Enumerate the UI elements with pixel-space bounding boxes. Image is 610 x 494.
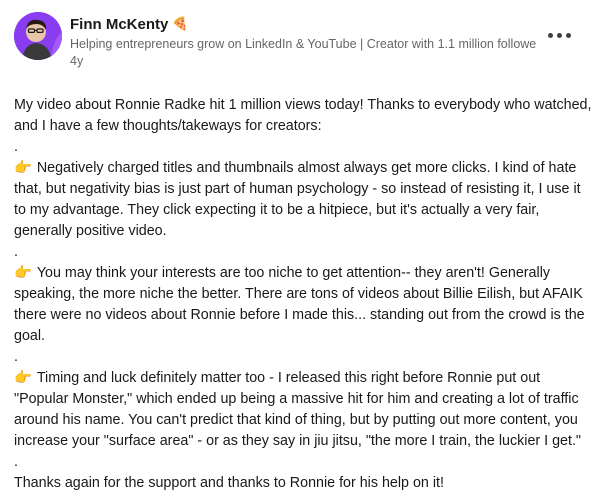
feed-post: Finn McKenty 🍕 Helping entrepreneurs grow…: [0, 0, 610, 491]
author-name-row: Finn McKenty 🍕: [70, 14, 536, 35]
post-intro: My video about Ronnie Radke hit 1 millio…: [14, 97, 596, 134]
post-separator: .: [14, 349, 18, 365]
post-separator: .: [14, 244, 18, 260]
post-header: Finn McKenty 🍕 Helping entrepreneurs grow…: [14, 12, 596, 70]
author-avatar[interactable]: [14, 12, 62, 60]
pointing-hand-icon: 👉: [14, 265, 32, 281]
more-options-button[interactable]: [544, 22, 574, 48]
post-point-3: 👉 Timing and luck definitely matter too -…: [14, 368, 596, 452]
pizza-emoji-icon: 🍕: [172, 16, 189, 31]
post-timestamp: 4y: [70, 54, 84, 68]
post-separator: .: [14, 454, 18, 470]
ellipsis-dot-icon: [556, 32, 562, 38]
avatar-photo-icon: [14, 12, 62, 60]
author-headline: Helping entrepreneurs grow on LinkedIn &…: [70, 37, 536, 51]
post-point-2: 👉 You may think your interests are too ni…: [14, 263, 596, 347]
post-point-3-text: Timing and luck definitely matter too - …: [14, 370, 583, 449]
pointing-hand-icon: 👉: [14, 370, 32, 386]
pointing-hand-icon: 👉: [14, 160, 32, 176]
post-point-1-text: Negatively charged titles and thumbnails…: [14, 160, 585, 239]
post-separator: .: [14, 139, 18, 155]
post-point-1: 👉 Negatively charged titles and thumbnail…: [14, 158, 596, 242]
ellipsis-dot-icon: [565, 32, 571, 38]
post-point-2-text: You may think your interests are too nic…: [14, 265, 589, 344]
post-body: My video about Ronnie Radke hit 1 millio…: [14, 95, 596, 494]
ellipsis-dot-icon: [547, 32, 553, 38]
author-name[interactable]: Finn McKenty: [70, 16, 168, 33]
author-meta: Finn McKenty 🍕 Helping entrepreneurs grow…: [70, 14, 536, 69]
